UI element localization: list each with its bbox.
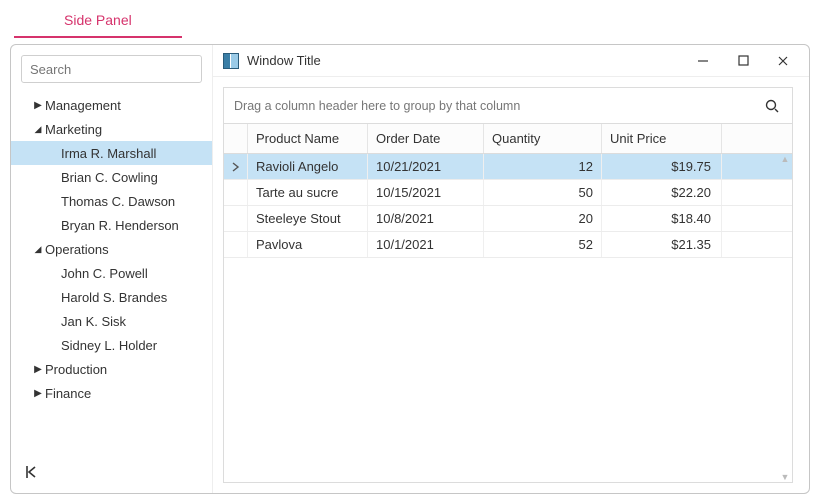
sidebar: ▶Management◢MarketingIrma R. MarshallBri…	[11, 45, 213, 493]
cell-order-date: 10/1/2021	[368, 232, 484, 257]
grid-body: ▲ ▼ Ravioli Angelo10/21/202112$19.75Tart…	[224, 154, 792, 482]
app-window: ▶Management◢MarketingIrma R. MarshallBri…	[10, 44, 810, 494]
collapse-sidebar-button[interactable]	[19, 459, 45, 485]
search-wrap	[11, 45, 212, 89]
scroll-down-icon: ▼	[781, 472, 790, 482]
table-row[interactable]: Tarte au sucre10/15/202150$22.20	[224, 180, 792, 206]
caret-right-icon: ▶	[31, 364, 45, 375]
cell-order-date: 10/21/2021	[368, 154, 484, 179]
cell-quantity: 20	[484, 206, 602, 231]
tree-leaf[interactable]: Harold S. Brandes	[11, 285, 212, 309]
tree-group[interactable]: ▶Management	[11, 93, 212, 117]
chevron-right-icon	[232, 162, 240, 172]
cell-product-name: Tarte au sucre	[248, 180, 368, 205]
column-quantity[interactable]: Quantity	[484, 124, 602, 153]
cell-unit-price: $18.40	[602, 206, 722, 231]
tree-group[interactable]: ◢Operations	[11, 237, 212, 261]
cell-filler	[722, 180, 792, 205]
tree-leaf[interactable]: John C. Powell	[11, 261, 212, 285]
window-title: Window Title	[247, 53, 321, 68]
tree-item-label: Marketing	[45, 122, 102, 137]
tree-item-label: Harold S. Brandes	[61, 290, 167, 305]
tree-item-label: Thomas C. Dawson	[61, 194, 175, 209]
caret-down-icon: ◢	[31, 124, 45, 135]
grid-search-button[interactable]	[762, 96, 782, 116]
caret-right-icon: ▶	[31, 388, 45, 399]
collapse-icon	[24, 464, 40, 480]
close-icon	[777, 55, 789, 67]
tree-leaf[interactable]: Sidney L. Holder	[11, 333, 212, 357]
maximize-icon	[738, 55, 749, 66]
department-tree: ▶Management◢MarketingIrma R. MarshallBri…	[11, 89, 212, 493]
tree-item-label: Brian C. Cowling	[61, 170, 158, 185]
tree-leaf[interactable]: Bryan R. Henderson	[11, 213, 212, 237]
column-product-name[interactable]: Product Name	[248, 124, 368, 153]
cell-unit-price: $19.75	[602, 154, 722, 179]
search-input[interactable]	[21, 55, 202, 83]
table-row[interactable]: Pavlova10/1/202152$21.35	[224, 232, 792, 258]
cell-unit-price: $21.35	[602, 232, 722, 257]
data-grid: Product Name Order Date Quantity Unit Pr…	[223, 123, 793, 483]
table-row[interactable]: Steeleye Stout10/8/202120$18.40	[224, 206, 792, 232]
cell-filler	[722, 232, 792, 257]
group-hint-text: Drag a column header here to group by th…	[234, 99, 520, 113]
column-filler	[722, 124, 792, 153]
cell-product-name: Ravioli Angelo	[248, 154, 368, 179]
row-indicator	[224, 232, 248, 257]
tree-group[interactable]: ▶Production	[11, 357, 212, 381]
table-row[interactable]: Ravioli Angelo10/21/202112$19.75	[224, 154, 792, 180]
cell-order-date: 10/8/2021	[368, 206, 484, 231]
tree-leaf[interactable]: Thomas C. Dawson	[11, 189, 212, 213]
app-icon	[223, 53, 239, 69]
column-unit-price[interactable]: Unit Price	[602, 124, 722, 153]
tree-item-label: Bryan R. Henderson	[61, 218, 179, 233]
search-icon	[764, 98, 780, 114]
tree-group[interactable]: ◢Marketing	[11, 117, 212, 141]
cell-quantity: 50	[484, 180, 602, 205]
tree-item-label: Sidney L. Holder	[61, 338, 157, 353]
tree-item-label: John C. Powell	[61, 266, 148, 281]
tree-leaf[interactable]: Irma R. Marshall	[11, 141, 212, 165]
caret-down-icon: ◢	[31, 244, 45, 255]
cell-product-name: Steeleye Stout	[248, 206, 368, 231]
tree-leaf[interactable]: Jan K. Sisk	[11, 309, 212, 333]
cell-product-name: Pavlova	[248, 232, 368, 257]
tree-item-label: Finance	[45, 386, 91, 401]
tree-group[interactable]: ▶Finance	[11, 381, 212, 405]
tree-item-label: Jan K. Sisk	[61, 314, 126, 329]
tab-strip: Side Panel	[0, 0, 822, 38]
cell-unit-price: $22.20	[602, 180, 722, 205]
close-button[interactable]	[763, 49, 803, 73]
cell-quantity: 52	[484, 232, 602, 257]
caret-right-icon: ▶	[31, 100, 45, 111]
cell-filler	[722, 206, 792, 231]
row-indicator	[224, 180, 248, 205]
tree-item-label: Operations	[45, 242, 109, 257]
tree-item-label: Production	[45, 362, 107, 377]
minimize-button[interactable]	[683, 49, 723, 73]
cell-filler	[722, 154, 792, 179]
tab-side-panel[interactable]: Side Panel	[14, 4, 182, 38]
grid-header: Product Name Order Date Quantity Unit Pr…	[224, 124, 792, 154]
row-indicator	[224, 206, 248, 231]
minimize-icon	[697, 55, 709, 67]
row-indicator	[224, 154, 248, 179]
tree-item-label: Irma R. Marshall	[61, 146, 156, 161]
group-panel[interactable]: Drag a column header here to group by th…	[223, 87, 793, 123]
tree-leaf[interactable]: Brian C. Cowling	[11, 165, 212, 189]
cell-order-date: 10/15/2021	[368, 180, 484, 205]
maximize-button[interactable]	[723, 49, 763, 73]
column-indicator	[224, 124, 248, 153]
content: Drag a column header here to group by th…	[213, 77, 809, 493]
column-order-date[interactable]: Order Date	[368, 124, 484, 153]
main-area: Window Title Drag a column header here t…	[213, 45, 809, 493]
titlebar: Window Title	[213, 45, 809, 77]
tree-item-label: Management	[45, 98, 121, 113]
cell-quantity: 12	[484, 154, 602, 179]
